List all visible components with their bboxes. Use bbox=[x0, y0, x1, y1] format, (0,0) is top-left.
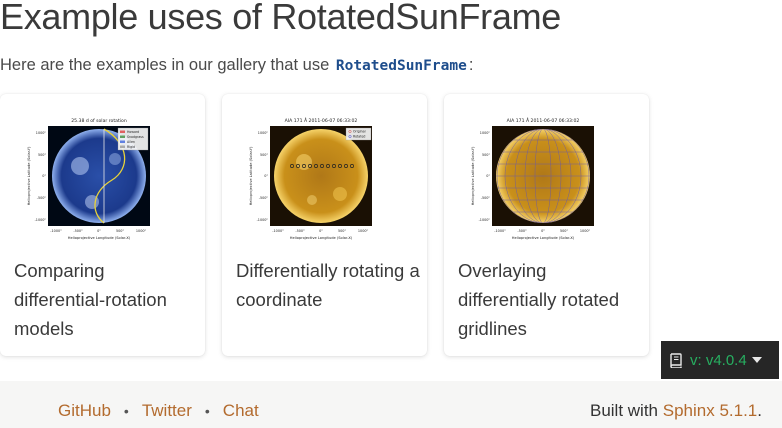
footer-links: GitHub • Twitter • Chat bbox=[58, 401, 259, 421]
intro-lead: Here are the examples in our gallery tha… bbox=[0, 56, 330, 74]
y-tick: -500" bbox=[481, 196, 491, 200]
twitter-link[interactable]: Twitter bbox=[142, 401, 192, 420]
x-tick: -1000" bbox=[272, 229, 284, 233]
y-tick: -500" bbox=[37, 196, 47, 200]
x-tick: 0" bbox=[97, 229, 101, 233]
page-title: Example uses of RotatedSunFrame bbox=[0, 0, 561, 37]
y-axis-label: Helioprojective Latitude (Solar-Y) bbox=[27, 146, 31, 205]
x-tick: -1000" bbox=[494, 229, 506, 233]
legend-item: Original bbox=[353, 130, 366, 134]
built-with-prefix: Built with bbox=[589, 401, 659, 420]
y-tick: 1000" bbox=[36, 131, 47, 135]
y-tick: -1000" bbox=[479, 218, 491, 222]
gallery-card-rotated-gridlines[interactable]: AIA 171 Å 2011-06-07 06:33:02 1000" 500"… bbox=[444, 94, 649, 356]
built-with-text: Built with Sphinx 5.1.1. bbox=[590, 401, 762, 421]
x-tick: 0" bbox=[541, 229, 545, 233]
x-tick: -1000" bbox=[50, 229, 62, 233]
gallery-card-differential-rotation-models[interactable]: 25.38 d of solar rotation Howard Snodgra… bbox=[0, 94, 205, 356]
version-selector[interactable]: v: v4.0.4 bbox=[661, 341, 779, 379]
version-label: v: v4.0.4 bbox=[690, 351, 747, 369]
y-tick: 500" bbox=[260, 153, 268, 157]
x-tick: 1000" bbox=[136, 229, 147, 233]
y-tick: -500" bbox=[259, 196, 269, 200]
x-tick: 500" bbox=[338, 229, 346, 233]
thumb-title: 25.38 d of solar rotation bbox=[71, 118, 127, 124]
gallery-card-rotating-coordinate[interactable]: AIA 171 Å 2011-06-07 06:33:02 Original R… bbox=[222, 94, 427, 356]
thumb-title: AIA 171 Å 2011-06-07 06:33:02 bbox=[285, 117, 358, 124]
rotatedsunframe-code-link[interactable]: RotatedSunFrame bbox=[334, 58, 469, 74]
y-tick: 0" bbox=[486, 174, 490, 178]
x-tick: 1000" bbox=[358, 229, 369, 233]
y-tick: 500" bbox=[482, 153, 490, 157]
y-tick: 0" bbox=[42, 174, 46, 178]
thumbnail-rotating-coordinate: AIA 171 Å 2011-06-07 06:33:02 Original R… bbox=[249, 117, 372, 240]
x-tick: 1000" bbox=[580, 229, 591, 233]
y-tick: 1000" bbox=[480, 131, 491, 135]
x-tick: -500" bbox=[517, 229, 527, 233]
legend-item: Rigid bbox=[127, 145, 135, 149]
caret-down-icon bbox=[751, 357, 762, 363]
legend-item: Rotated bbox=[353, 135, 365, 139]
separator-dot: • bbox=[123, 403, 129, 419]
y-axis-label: Helioprojective Latitude (Solar-Y) bbox=[471, 146, 475, 205]
intro-text: Here are the examples in our gallery tha… bbox=[0, 56, 473, 75]
y-tick: -1000" bbox=[257, 218, 269, 222]
legend-item: Snodgrass bbox=[127, 135, 144, 139]
x-tick: -500" bbox=[295, 229, 305, 233]
built-with-suffix: . bbox=[757, 401, 762, 420]
y-axis-label: Helioprojective Latitude (Solar-Y) bbox=[249, 146, 253, 205]
legend-item: Howard bbox=[127, 130, 139, 134]
x-tick: 500" bbox=[560, 229, 568, 233]
y-tick: 1000" bbox=[258, 131, 269, 135]
y-tick: 0" bbox=[264, 174, 268, 178]
card-caption[interactable]: Comparing differential-rotation models bbox=[14, 256, 200, 343]
thumbnail-rotated-gridlines: AIA 171 Å 2011-06-07 06:33:02 1000" 500"… bbox=[471, 117, 594, 240]
legend-item: Allen bbox=[127, 140, 135, 144]
y-tick: 500" bbox=[38, 153, 46, 157]
y-tick: -1000" bbox=[35, 218, 47, 222]
card-caption[interactable]: Differentially rotating a coordinate bbox=[236, 256, 422, 314]
intro-suffix: : bbox=[468, 56, 474, 74]
card-caption[interactable]: Overlaying differentially rotated gridli… bbox=[458, 256, 644, 343]
x-axis-label: Helioprojective Longitude (Solar-X) bbox=[290, 236, 353, 240]
book-icon bbox=[670, 352, 682, 368]
x-tick: 0" bbox=[319, 229, 323, 233]
thumb-title: AIA 171 Å 2011-06-07 06:33:02 bbox=[507, 117, 580, 124]
github-link[interactable]: GitHub bbox=[58, 401, 111, 420]
separator-dot: • bbox=[204, 403, 210, 419]
chat-link[interactable]: Chat bbox=[223, 401, 259, 420]
x-axis-label: Helioprojective Longitude (Solar-X) bbox=[512, 236, 575, 240]
x-tick: 500" bbox=[116, 229, 124, 233]
footer: GitHub • Twitter • Chat Built with Sphinx 5.… bbox=[0, 381, 782, 428]
x-tick: -500" bbox=[73, 229, 83, 233]
x-axis-label: Helioprojective Longitude (Solar-X) bbox=[68, 236, 131, 240]
sphinx-link[interactable]: Sphinx 5.1.1 bbox=[663, 401, 758, 420]
thumbnail-differential-rotation: 25.38 d of solar rotation Howard Snodgra… bbox=[27, 118, 150, 240]
